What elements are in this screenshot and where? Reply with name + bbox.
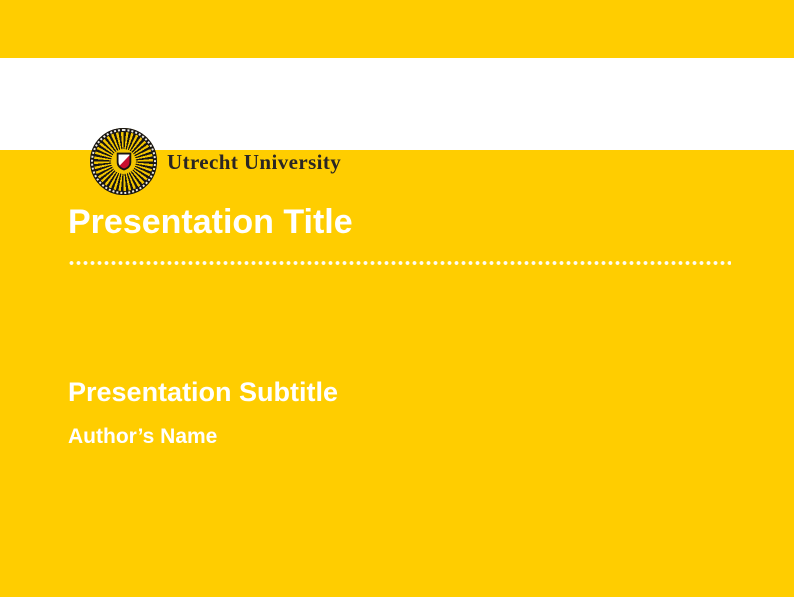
presentation-subtitle: Presentation Subtitle xyxy=(68,377,338,407)
utrecht-university-sun-logo-icon xyxy=(90,128,157,195)
header-band: Utrecht University xyxy=(0,58,794,150)
presentation-title: Presentation Title xyxy=(68,204,353,240)
title-slide: Utrecht University Presentation Title Pr… xyxy=(0,0,794,597)
author-name: Author’s Name xyxy=(68,425,217,449)
dotted-divider xyxy=(68,259,731,267)
shield-icon xyxy=(116,151,131,170)
university-wordmark: Utrecht University xyxy=(167,116,341,208)
